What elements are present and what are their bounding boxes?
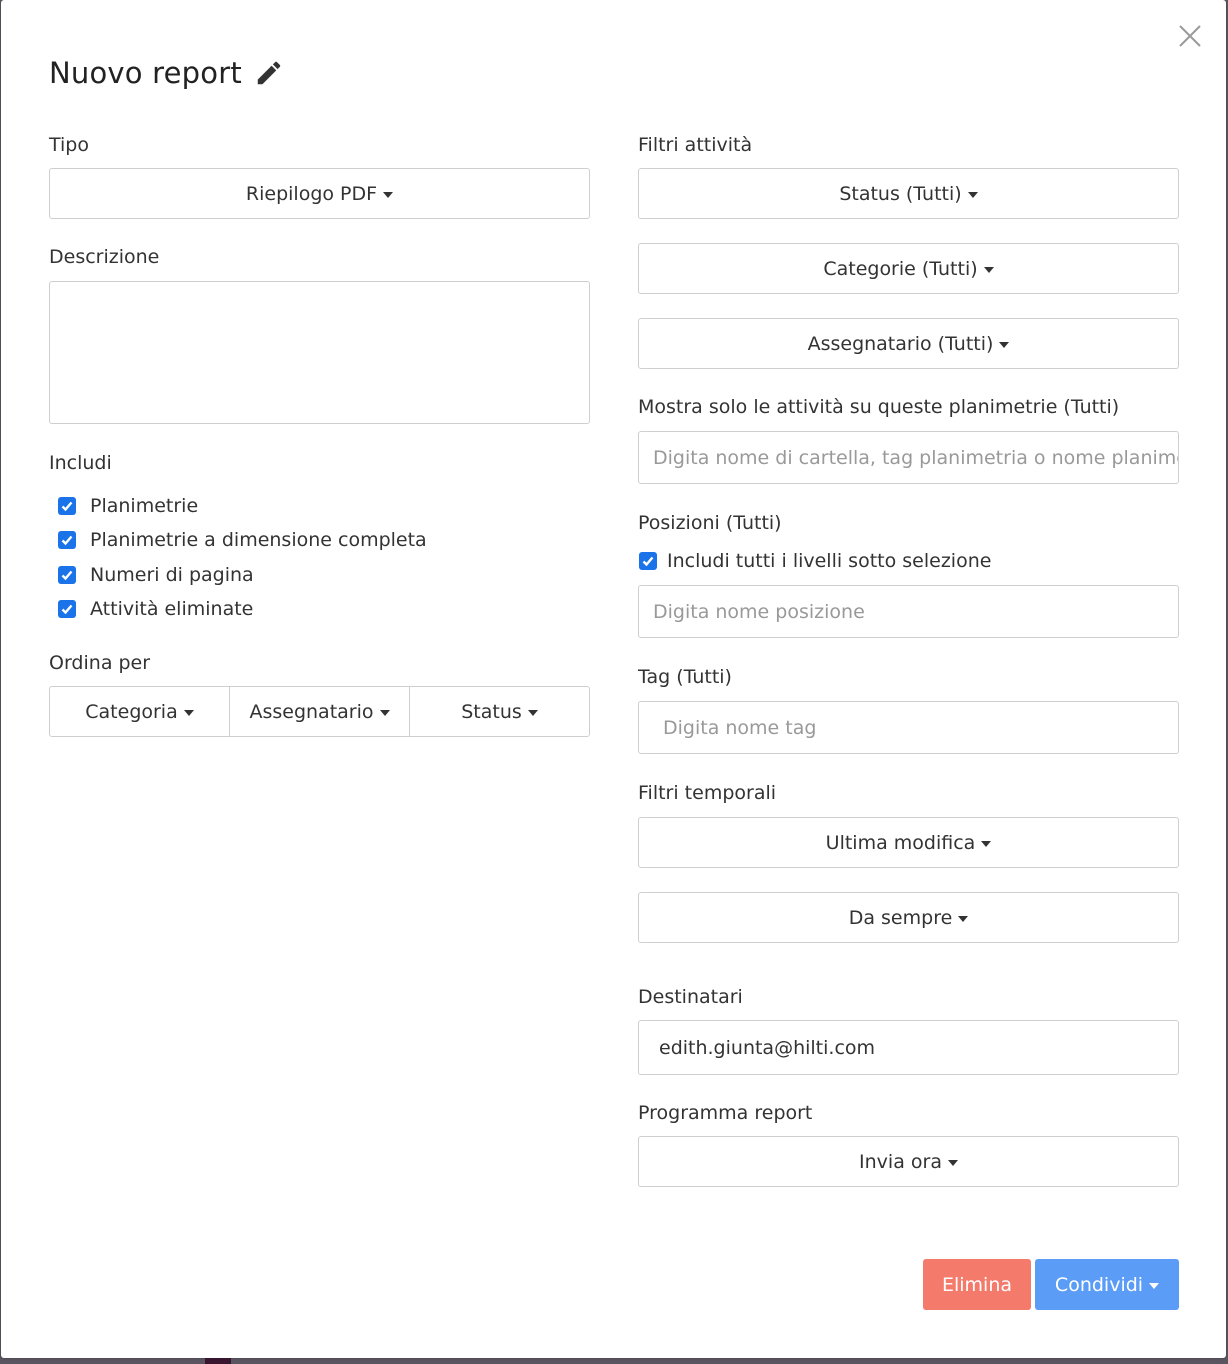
include-option-plans[interactable]: Planimetrie [58,495,198,517]
sort-button-group: Categoria Assegnatario Status [49,686,590,737]
status-filter-dropdown[interactable]: Status (Tutti) [638,168,1179,219]
tag-search-input[interactable]: Digita nome tag [638,701,1179,754]
caret-down-icon [967,192,978,198]
include-option-page-numbers[interactable]: Numeri di pagina [58,564,254,586]
include-option-label: Numeri di pagina [90,564,254,586]
checkbox-checked[interactable] [639,552,657,570]
caret-down-icon [947,1160,958,1166]
include-sublevels-option[interactable]: Includi tutti i livelli sotto selezione [639,550,991,572]
sort-option-label: Categoria [85,700,178,723]
sort-option-label: Assegnatario [249,700,374,723]
plans-search-input[interactable]: Digita nome di cartella, tag planimetria… [638,431,1179,484]
caret-down-icon [981,841,992,847]
delete-button[interactable]: Elimina [923,1259,1031,1310]
checkbox-checked[interactable] [58,531,76,549]
category-filter-dropdown[interactable]: Categorie (Tutti) [638,243,1179,294]
sort-option-label: Status [461,700,522,723]
include-option-label: Attività eliminate [90,598,254,620]
tag-search-placeholder: Digita nome tag [663,716,817,739]
caret-down-icon [999,342,1010,348]
time-range-dropdown[interactable]: Da sempre [638,892,1179,943]
activity-filters-label: Filtri attività [638,134,753,156]
share-button[interactable]: Condividi [1035,1259,1179,1310]
include-option-fullsize-plans[interactable]: Planimetrie a dimensione completa [58,529,427,551]
position-search-placeholder: Digita nome posizione [653,600,865,623]
background-strip [205,1358,231,1364]
description-textarea[interactable] [49,281,590,424]
include-label: Includi [49,452,112,474]
category-filter-label: Categorie (Tutti) [823,257,978,280]
time-range-label: Da sempre [848,906,953,929]
pencil-icon[interactable] [254,58,284,88]
caret-down-icon [379,710,390,716]
position-search-input[interactable]: Digita nome posizione [638,585,1179,638]
time-field-dropdown[interactable]: Ultima modifica [638,817,1179,868]
recipients-input[interactable]: edith.giunta@hilti.com [638,1020,1179,1075]
checkbox-checked[interactable] [58,497,76,515]
schedule-dropdown-label: Invia ora [859,1150,942,1173]
recipients-label: Destinatari [638,986,743,1008]
sort-label: Ordina per [49,652,151,674]
plans-label: Mostra solo le attività su queste planim… [638,396,1120,418]
caret-down-icon [983,267,994,273]
caret-down-icon [183,710,194,716]
checkbox-checked[interactable] [58,600,76,618]
recipient-email: edith.giunta@hilti.com [659,1036,876,1059]
type-label: Tipo [49,134,89,156]
new-report-modal: Nuovo report Tipo Riepilogo PDF Descrizi… [1,0,1226,1358]
plans-search-placeholder: Digita nome di cartella, tag planimetria… [653,446,1179,469]
caret-down-icon [1149,1283,1160,1289]
schedule-label: Programma report [638,1102,813,1124]
positions-label: Posizioni (Tutti) [638,512,782,534]
status-filter-label: Status (Tutti) [839,182,962,205]
time-filters-label: Filtri temporali [638,782,777,804]
include-option-label: Planimetrie [90,495,199,517]
type-dropdown[interactable]: Riepilogo PDF [49,168,590,219]
caret-down-icon [958,916,969,922]
sort-status-dropdown[interactable]: Status [409,686,590,737]
description-label: Descrizione [49,246,160,268]
share-button-label: Condividi [1054,1273,1144,1296]
caret-down-icon [383,192,394,198]
modal-header: Nuovo report [49,56,284,90]
tag-label: Tag (Tutti) [638,666,732,688]
delete-button-label: Elimina [941,1273,1013,1296]
include-option-label: Planimetrie a dimensione completa [90,529,427,551]
sort-category-dropdown[interactable]: Categoria [49,686,230,737]
close-icon[interactable] [1176,22,1204,50]
checkbox-checked[interactable] [58,566,76,584]
include-sublevels-label: Includi tutti i livelli sotto selezione [667,550,992,572]
assignee-filter-dropdown[interactable]: Assegnatario (Tutti) [638,318,1179,369]
sort-assignee-dropdown[interactable]: Assegnatario [229,686,410,737]
schedule-dropdown[interactable]: Invia ora [638,1136,1179,1187]
type-dropdown-label: Riepilogo PDF [245,182,378,205]
time-field-label: Ultima modifica [825,831,976,854]
caret-down-icon [527,710,538,716]
include-option-deleted-activities[interactable]: Attività eliminate [58,598,253,620]
assignee-filter-label: Assegnatario (Tutti) [807,332,994,355]
page-title: Nuovo report [49,56,242,90]
